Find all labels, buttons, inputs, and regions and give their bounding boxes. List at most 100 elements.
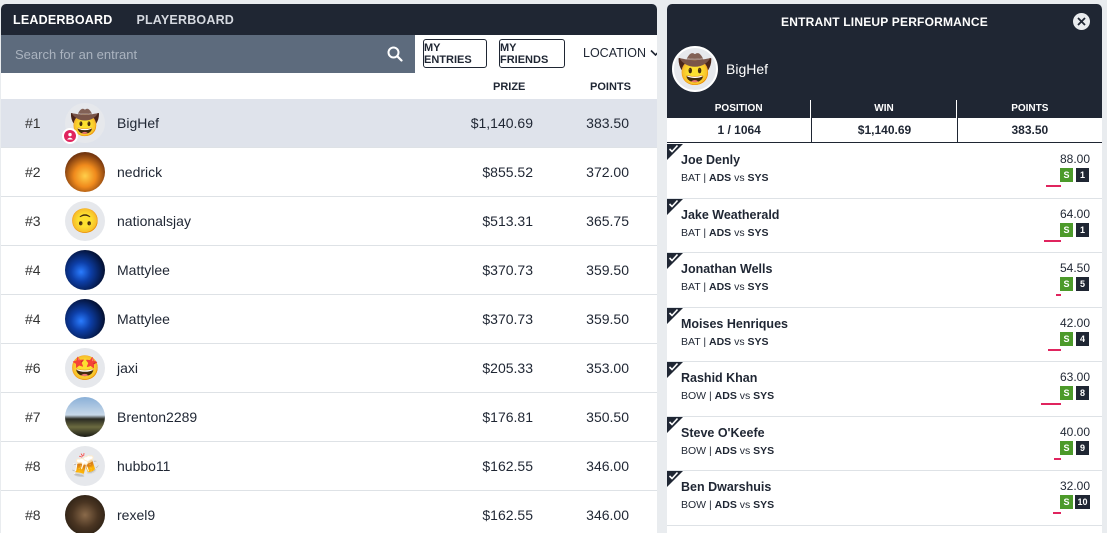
rank-label: #1 bbox=[25, 115, 41, 131]
player-row[interactable]: Ben Dwarshuis BOW | ADS vs SYS 32.00 S 10 bbox=[667, 471, 1102, 526]
player-points: 32.00 bbox=[1059, 479, 1090, 493]
check-icon bbox=[668, 362, 679, 371]
player-position: BAT bbox=[681, 226, 701, 239]
my-friends-button[interactable]: MY FRIENDS bbox=[499, 39, 565, 68]
player-name[interactable]: Ben Dwarshuis bbox=[681, 480, 771, 494]
player-opponent: SYS bbox=[753, 390, 775, 402]
player-name[interactable]: Joe Denly bbox=[681, 153, 740, 167]
player-name[interactable]: Jonathan Wells bbox=[681, 262, 772, 276]
check-icon bbox=[668, 308, 679, 317]
entrant-name[interactable]: Brenton2289 bbox=[117, 409, 197, 425]
check-icon bbox=[668, 144, 679, 153]
player-position: BOW bbox=[681, 444, 707, 457]
player-points: 63.00 bbox=[1059, 370, 1090, 384]
status-badge: S bbox=[1060, 277, 1073, 291]
prize-value: $176.81 bbox=[482, 409, 533, 425]
table-row[interactable]: #4 Mattylee $370.73 359.50 bbox=[1, 246, 657, 295]
player-name[interactable]: Steve O'Keefe bbox=[681, 426, 765, 440]
my-entries-button[interactable]: MY ENTRIES bbox=[423, 39, 487, 68]
close-icon bbox=[1077, 17, 1086, 26]
player-info: BOW | ADS vs SYS bbox=[681, 390, 775, 402]
player-points: 64.00 bbox=[1059, 206, 1090, 221]
progress-bar bbox=[1041, 403, 1061, 405]
entrant-name[interactable]: rexel9 bbox=[117, 507, 155, 523]
entrant-name[interactable]: Mattylee bbox=[117, 311, 170, 327]
points-value: 346.00 bbox=[586, 507, 629, 523]
player-opponent: SYS bbox=[747, 226, 769, 239]
points-value: 372.00 bbox=[586, 164, 629, 180]
player-row[interactable]: Steve O'Keefe BOW | ADS vs SYS 40.00 S 9 bbox=[667, 416, 1102, 471]
entrant-name[interactable]: hubbo11 bbox=[117, 458, 170, 474]
lineup-header: ENTRANT LINEUP PERFORMANCE bbox=[667, 4, 1102, 39]
stat-points: POINTS 383.50 bbox=[957, 100, 1102, 143]
status-badge: S bbox=[1060, 168, 1073, 182]
player-row[interactable]: Rashid Khan BOW | ADS vs SYS 63.00 S 8 bbox=[667, 362, 1102, 417]
avatar bbox=[65, 250, 105, 290]
table-row[interactable]: #6 🤩 jaxi $205.33 353.00 bbox=[1, 344, 657, 393]
prize-value: $1,140.69 bbox=[470, 115, 533, 131]
order-badge: 1 bbox=[1076, 222, 1089, 237]
points-value: 365.75 bbox=[586, 213, 629, 229]
table-row[interactable]: #8 rexel9 $162.55 346.00 bbox=[1, 491, 657, 533]
player-team: ADS bbox=[709, 172, 732, 184]
prize-value: $370.73 bbox=[482, 262, 533, 278]
table-row[interactable]: #2 nedrick $855.52 372.00 bbox=[1, 148, 657, 197]
search-input[interactable] bbox=[15, 46, 375, 62]
lineup-title: ENTRANT LINEUP PERFORMANCE bbox=[781, 14, 988, 29]
points-value: 346.00 bbox=[586, 458, 629, 474]
check-icon bbox=[668, 471, 679, 480]
player-points: 40.00 bbox=[1059, 424, 1090, 439]
player-points: 88.00 bbox=[1059, 152, 1090, 166]
table-row[interactable]: #7 Brenton2289 $176.81 350.50 bbox=[1, 393, 657, 442]
tab-leaderboard[interactable]: LEADERBOARD bbox=[13, 13, 112, 27]
table-row[interactable]: #1 🤠 BigHef $1,140.69 383.50 bbox=[1, 99, 657, 148]
entrant-name[interactable]: Mattylee bbox=[117, 262, 170, 278]
player-position: BAT bbox=[681, 172, 701, 184]
search-box bbox=[1, 35, 415, 73]
player-row[interactable]: Joe Denly BAT | ADS vs SYS 88.00 S 1 bbox=[667, 144, 1102, 199]
lineup-panel: ENTRANT LINEUP PERFORMANCE 🤠 BigHef POSI… bbox=[667, 4, 1102, 533]
player-name[interactable]: Rashid Khan bbox=[681, 371, 757, 385]
prize-value: $855.52 bbox=[482, 164, 533, 180]
search-icon[interactable] bbox=[387, 46, 403, 62]
close-button[interactable] bbox=[1073, 13, 1090, 30]
status-badge: S bbox=[1060, 222, 1073, 237]
entrant-name[interactable]: BigHef bbox=[117, 115, 159, 131]
stat-win: WIN $1,140.69 bbox=[812, 100, 958, 143]
points-value: 359.50 bbox=[586, 262, 629, 278]
location-dropdown[interactable]: LOCATION bbox=[583, 46, 657, 60]
leaderboard-tabs: LEADERBOARD PLAYERBOARD bbox=[1, 4, 657, 35]
player-opponent: SYS bbox=[753, 444, 775, 457]
rank-label: #2 bbox=[25, 164, 41, 180]
avatar bbox=[65, 152, 105, 192]
player-team: ADS bbox=[714, 390, 737, 402]
check-icon bbox=[668, 199, 679, 208]
check-icon bbox=[668, 253, 679, 262]
filter-bar: MY ENTRIES MY FRIENDS LOCATION bbox=[1, 35, 657, 73]
table-row[interactable]: #3 🙃 nationalsjay $513.31 365.75 bbox=[1, 197, 657, 246]
entrant-name[interactable]: nationalsjay bbox=[117, 213, 191, 229]
avatar bbox=[65, 397, 105, 437]
player-opponent: SYS bbox=[747, 172, 769, 184]
entrant-name[interactable]: nedrick bbox=[117, 164, 162, 180]
stat-label: POINTS bbox=[957, 100, 1102, 118]
order-badge: 8 bbox=[1076, 386, 1089, 400]
order-badge: 5 bbox=[1076, 277, 1089, 291]
player-info: BAT | ADS vs SYS bbox=[681, 281, 769, 293]
player-row[interactable]: Jonathan Wells BAT | ADS vs SYS 54.50 S 5 bbox=[667, 253, 1102, 308]
player-row[interactable]: Jake Weatherald BAT | ADS vs SYS 64.00 S 1 bbox=[667, 198, 1102, 253]
table-row[interactable]: #4 Mattylee $370.73 359.50 bbox=[1, 295, 657, 344]
leaderboard-panel: LEADERBOARD PLAYERBOARD MY ENTRIES MY FR… bbox=[1, 4, 657, 533]
player-row[interactable]: Moises Henriques BAT | ADS vs SYS 42.00 S 4 bbox=[667, 307, 1102, 362]
player-name[interactable]: Moises Henriques bbox=[681, 317, 788, 331]
player-name[interactable]: Jake Weatherald bbox=[681, 208, 779, 222]
player-position: BAT bbox=[681, 335, 701, 348]
order-badge: 9 bbox=[1076, 440, 1089, 455]
table-row[interactable]: #8 🍻 hubbo11 $162.55 346.00 bbox=[1, 442, 657, 491]
tab-playerboard[interactable]: PLAYERBOARD bbox=[136, 13, 234, 27]
stat-value: 1 / 1064 bbox=[667, 118, 812, 143]
entrant-name[interactable]: jaxi bbox=[117, 360, 138, 376]
progress-bar bbox=[1048, 348, 1061, 351]
progress-bar bbox=[1056, 294, 1061, 296]
stat-position: POSITION 1 / 1064 bbox=[667, 100, 813, 143]
